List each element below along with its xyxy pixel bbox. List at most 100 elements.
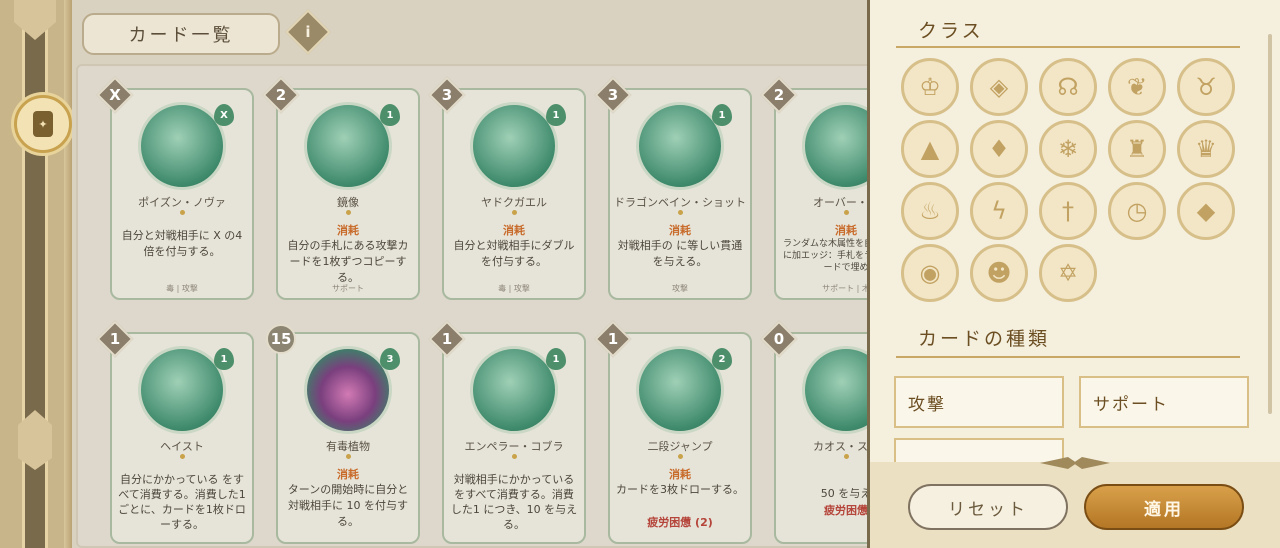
deck-icon: ✦ xyxy=(33,111,53,137)
card-art xyxy=(802,346,867,434)
page-title: カード一覧 xyxy=(82,13,280,55)
card-cost: 2 xyxy=(262,76,300,114)
info-icon: i xyxy=(305,23,311,41)
card-fatigue: 疲労困憊 (2) xyxy=(647,516,713,529)
card-art xyxy=(138,346,226,434)
info-button[interactable]: i xyxy=(285,9,331,55)
helmet-icon[interactable]: ♜ xyxy=(1108,120,1166,178)
gem-icon xyxy=(512,210,517,215)
card-element-drop: 1 xyxy=(214,348,234,370)
rail-edge xyxy=(64,0,72,548)
card-name: カオス・スト xyxy=(813,440,867,453)
fire-icon[interactable]: ♨ xyxy=(901,182,959,240)
card-art xyxy=(802,102,867,190)
card-tag: 消耗 xyxy=(669,468,691,481)
card-double-jump[interactable]: 1 2 二段ジャンプ 消耗 カードを3枚ドローする。 疲労困憊 (2) xyxy=(594,320,752,544)
wizard-hat-icon[interactable]: ▲ xyxy=(901,120,959,178)
sword-wings-icon[interactable]: † xyxy=(1039,182,1097,240)
card-cost: 0 xyxy=(760,320,798,358)
deck-menu-button[interactable]: ✦ xyxy=(14,95,72,153)
card-cost: 1 xyxy=(96,320,134,358)
gem-icon xyxy=(180,454,185,459)
card-chaos-storm[interactable]: 0 カオス・スト 50 を与え 疲労困憊 xyxy=(760,320,867,544)
horned-icon[interactable]: ♉ xyxy=(1177,58,1235,116)
card-element-drop: 1 xyxy=(712,104,732,126)
card-name: ドラゴンベイン・ショット xyxy=(614,196,746,209)
card-element-drop: 1 xyxy=(546,104,566,126)
lightning-icon[interactable]: ϟ xyxy=(970,182,1028,240)
card-description: 50 を与え xyxy=(820,487,867,500)
gem-icon xyxy=(346,210,351,215)
card-name: 二段ジャンプ xyxy=(647,440,713,453)
serpent-icon[interactable]: ☊ xyxy=(1039,58,1097,116)
card-over-growth[interactable]: 2 オーバー・グ 消耗 ランダムな木属性を自分の手札に加エッジ：手札をラン属性カ… xyxy=(760,76,867,300)
hexagram-icon[interactable]: ✡ xyxy=(1039,244,1097,302)
card-art xyxy=(636,102,724,190)
filter-scrollbar[interactable] xyxy=(1268,34,1272,414)
card-name: 鏡像 xyxy=(337,196,359,209)
card-emperor-cobra[interactable]: 1 1 エンペラー・コブラ 対戦相手にかかっている をすべて消費する。消費した1… xyxy=(428,320,586,544)
card-tag: 消耗 xyxy=(337,468,359,481)
snowflake-icon[interactable]: ❄ xyxy=(1039,120,1097,178)
card-element-drop: X xyxy=(214,104,234,126)
card-cost: 1 xyxy=(594,320,632,358)
collection-main: カード一覧 i X X ポイズン・ノヴァ 自分と対戦相手に X の4倍を付与する… xyxy=(72,0,867,548)
eye-icon[interactable]: ◉ xyxy=(901,244,959,302)
card-keywords: 毒 | 攻撃 xyxy=(166,284,198,293)
card-toxic-plant[interactable]: 15 3 有毒植物 消耗 ターンの開始時に自分と対戦相手に 10 を付与する。 xyxy=(266,324,420,544)
type-filter-support[interactable]: サポート xyxy=(1079,376,1249,428)
card-tag: 消耗 xyxy=(337,224,359,237)
card-dragonbane-shot[interactable]: 3 1 ドラゴンベイン・ショット 消耗 対戦相手の に等しい貫通 を与える。 攻… xyxy=(594,76,752,300)
card-description: 自分の手札にある攻撃カードを1枚ずつコピーする。 xyxy=(287,239,409,284)
flame-crown-icon[interactable]: ♛ xyxy=(1177,120,1235,178)
card-name: オーバー・グ xyxy=(813,196,867,209)
card-keywords: 攻撃 xyxy=(672,284,688,293)
card-type-section-title: カードの種類 xyxy=(918,328,1051,350)
card-haste[interactable]: 1 1 ヘイスト 自分にかかっている をすべて消費する。消費した1 ごとに、カー… xyxy=(96,320,254,544)
card-grid: X X ポイズン・ノヴァ 自分と対戦相手に X の4倍を付与する。 毒 | 攻撃… xyxy=(76,64,867,548)
gem-icon xyxy=(844,210,849,215)
card-cost: 15 xyxy=(266,324,296,354)
card-keywords: 毒 | 攻撃 xyxy=(498,284,530,293)
card-description: 自分にかかっている をすべて消費する。消費した1 ごとに、カードを1枚ドローする… xyxy=(118,473,246,531)
card-art xyxy=(636,346,724,434)
card-description: 対戦相手にかかっている をすべて消費する。消費した1 につき、10 を与える。 xyxy=(450,473,578,531)
reset-button[interactable]: リセット xyxy=(908,484,1068,530)
left-rail: ✦ xyxy=(0,0,72,548)
clock-icon[interactable]: ◷ xyxy=(1108,182,1166,240)
diamond-icon[interactable]: ◈ xyxy=(970,58,1028,116)
gem-icon xyxy=(678,454,683,459)
card-name: ヘイスト xyxy=(160,440,204,453)
demon-icon[interactable]: ☻ xyxy=(970,244,1028,302)
card-name: エンペラー・コブラ xyxy=(464,440,564,453)
card-name: ヤドクガエル xyxy=(481,196,547,209)
crest-icon[interactable]: ♔ xyxy=(901,58,959,116)
card-mirror-image[interactable]: 2 1 鏡像 消耗 自分の手札にある攻撃カードを1枚ずつコピーする。 サポート xyxy=(262,76,420,300)
card-name: ポイズン・ノヴァ xyxy=(138,196,226,209)
leaf-icon[interactable]: ❦ xyxy=(1108,58,1166,116)
card-cost: X xyxy=(96,76,134,114)
card-poison-frog[interactable]: 3 1 ヤドクガエル 消耗 自分と対戦相手にダブル を付与する。 毒 | 攻撃 xyxy=(428,76,586,300)
section-divider xyxy=(896,46,1240,48)
card-element-drop: 1 xyxy=(546,348,566,370)
type-filter-attack[interactable]: 攻撃 xyxy=(894,376,1064,428)
card-fatigue: 疲労困憊 xyxy=(824,504,867,517)
card-description: 自分と対戦相手にダブル を付与する。 xyxy=(453,239,575,268)
gem-icon xyxy=(180,210,185,215)
rail-top-ornament xyxy=(14,0,56,40)
card-description: 自分と対戦相手に X の4倍を付与する。 xyxy=(121,229,243,258)
card-poison-nova[interactable]: X X ポイズン・ノヴァ 自分と対戦相手に X の4倍を付与する。 毒 | 攻撃 xyxy=(96,76,254,300)
card-keywords: サポート xyxy=(332,284,364,293)
card-element-drop: 2 xyxy=(712,348,732,370)
card-cost: 1 xyxy=(428,320,466,358)
card-art xyxy=(304,102,392,190)
gem-icon xyxy=(346,454,351,459)
droplet-icon[interactable]: ♦ xyxy=(970,120,1028,178)
crystal-icon[interactable]: ◆ xyxy=(1177,182,1235,240)
apply-button[interactable]: 適用 xyxy=(1084,484,1244,530)
card-cost: 3 xyxy=(428,76,466,114)
card-art xyxy=(138,102,226,190)
card-element-drop: 3 xyxy=(380,348,400,370)
gem-icon xyxy=(512,454,517,459)
card-tag: 消耗 xyxy=(503,224,525,237)
